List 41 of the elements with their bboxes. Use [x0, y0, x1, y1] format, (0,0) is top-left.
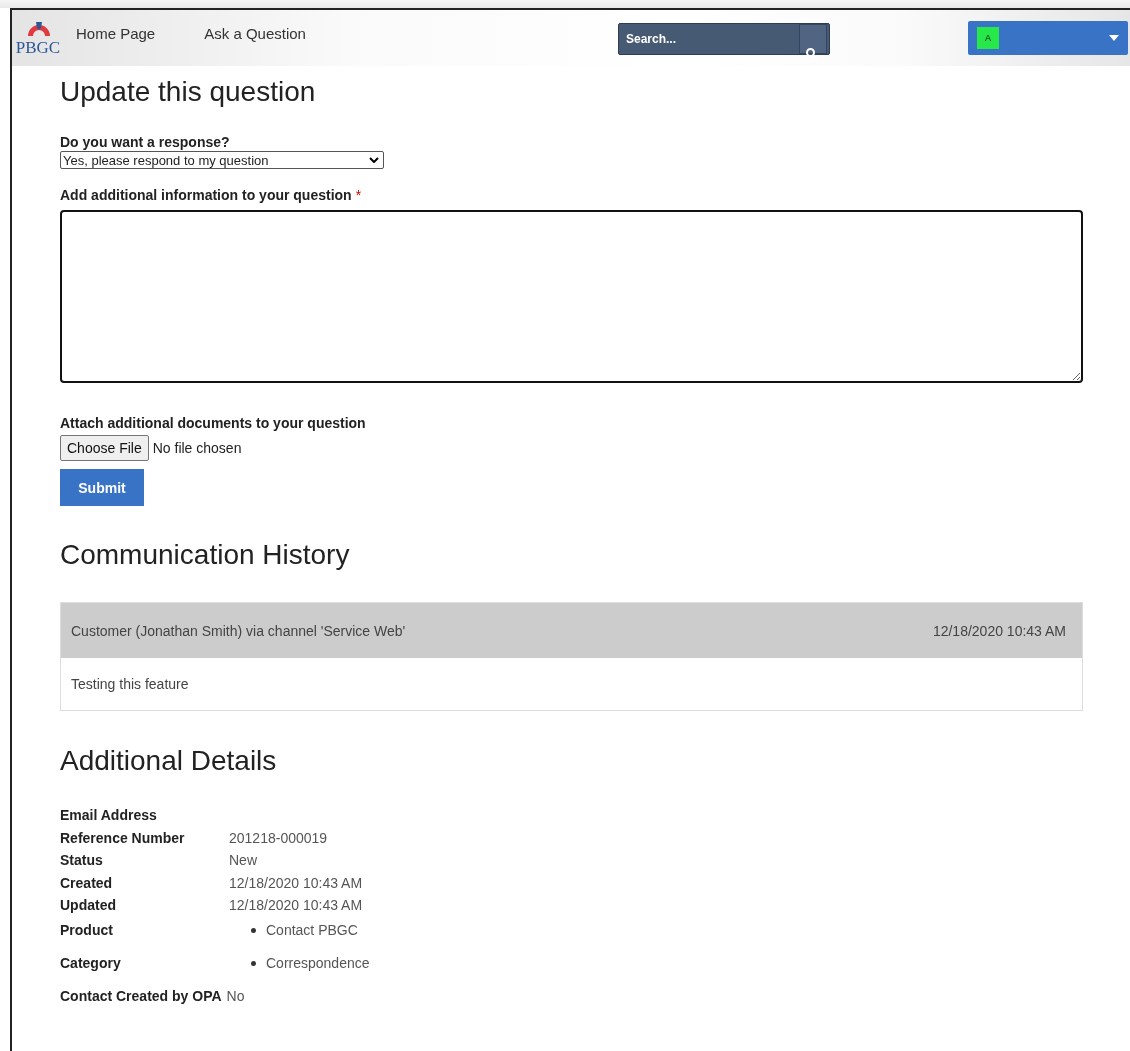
field-label: Add additional information to your question [60, 187, 352, 203]
detail-label: Status [60, 851, 104, 870]
nav-link[interactable]: Ask a Question [204, 25, 306, 42]
field-label: Do you want a response? [60, 133, 231, 151]
logo-arch-icon [26, 20, 52, 36]
field-label: Attach additional documents to your question [60, 414, 367, 432]
detail-value: 201218-000019 [229, 828, 328, 848]
detail-label: Product [60, 920, 114, 940]
detail-value: 12/18/2020 10:43 AM [229, 896, 363, 915]
logo-text: PBGC [15, 39, 61, 57]
chevron-icon [369, 157, 379, 163]
page-title: Update this question [60, 76, 317, 108]
nav-link[interactable]: Home Page [76, 25, 156, 42]
required-mark: * [355, 187, 362, 203]
detail-label: Category [60, 953, 122, 973]
history-time: 12/18/2020 10:43 AM [932, 622, 1066, 639]
text-area[interactable] [60, 210, 1083, 383]
detail-value: No [226, 986, 245, 1006]
detail-value: New [229, 851, 257, 870]
user-menu[interactable]: A [968, 21, 1128, 55]
detail-value: Contact PBGC [266, 920, 358, 940]
avatar: A [977, 27, 999, 49]
detail-label: Updated [60, 896, 117, 915]
submit-button[interactable]: Submit [60, 469, 144, 506]
detail-value: 12/18/2020 10:43 AM [229, 873, 363, 893]
caret-icon [1109, 35, 1119, 41]
section-title: Communication History [60, 538, 351, 572]
history-message: Testing this feature [70, 675, 190, 694]
detail-label: Reference Number [60, 828, 186, 848]
detail-label: Contact Created by OPA [60, 986, 222, 1006]
choose-file-button[interactable]: Choose File [60, 435, 149, 461]
search-button[interactable] [799, 24, 827, 54]
history-author: Customer (Jonathan Smith) via channel 'Service Web' [71, 622, 406, 639]
response-dropdown[interactable]: Yes, please respond to my question [60, 151, 384, 169]
section-title: Additional Details [60, 744, 278, 778]
detail-label: Email Address [60, 806, 158, 825]
bullet-icon [251, 927, 256, 933]
file-status: No file chosen [152, 440, 242, 456]
detail-value: Correspondence [266, 953, 370, 973]
bullet-icon [251, 960, 256, 966]
detail-label: Created [60, 873, 114, 893]
